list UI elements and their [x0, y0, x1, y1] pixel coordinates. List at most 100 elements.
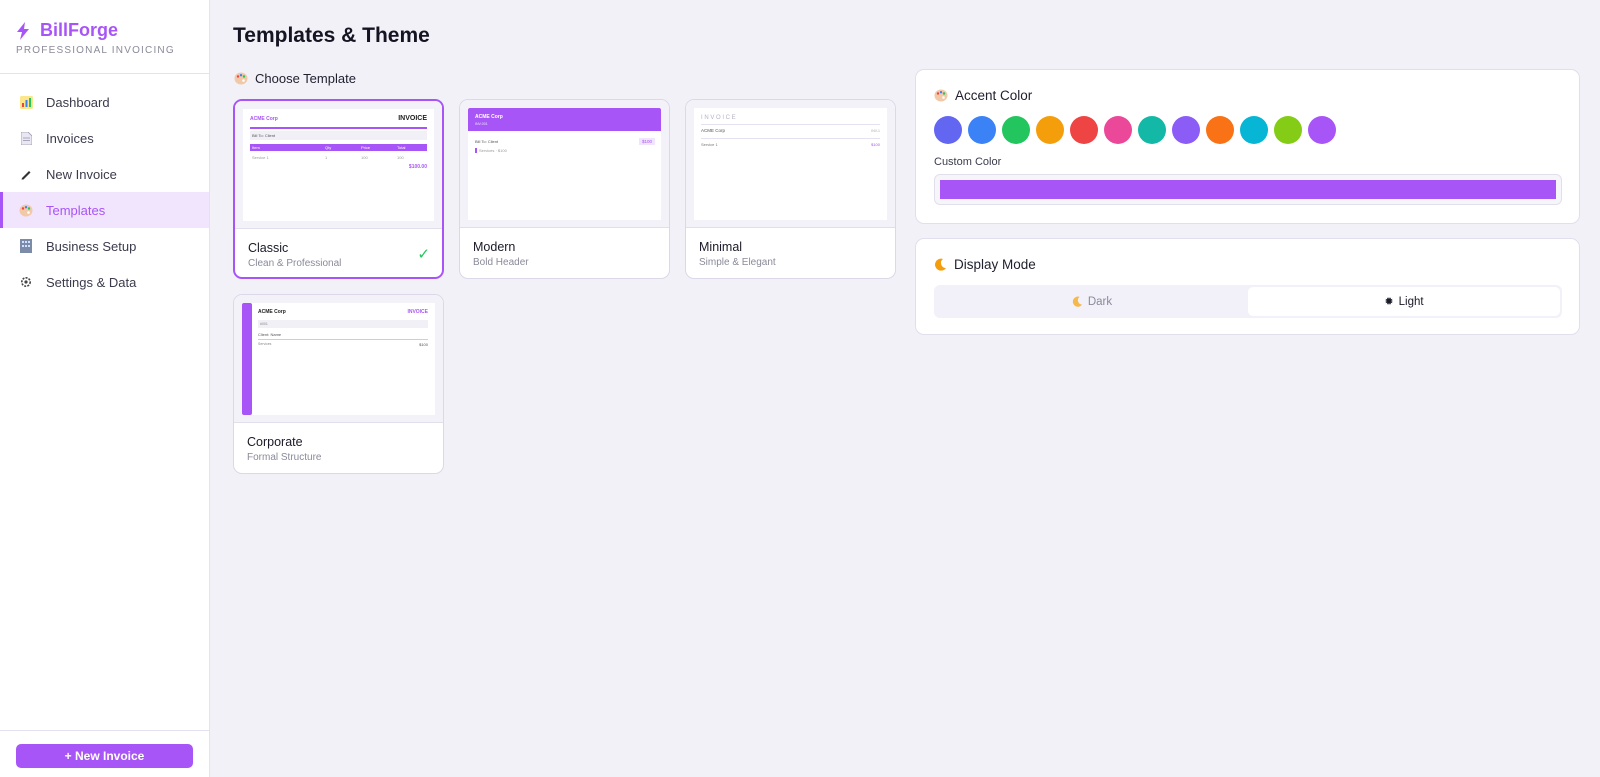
template-name: Classic: [248, 241, 289, 255]
document-icon: [18, 130, 34, 146]
preview-accent-mark: [475, 148, 477, 153]
dark-mode-option[interactable]: Dark: [936, 287, 1248, 316]
sidebar-item-new-invoice[interactable]: New Invoice: [0, 156, 209, 192]
moon-icon: [935, 258, 946, 271]
custom-color-picker[interactable]: [934, 174, 1562, 205]
preview-company: ACME Corp: [701, 128, 726, 133]
sidebar-item-invoices[interactable]: Invoices: [0, 120, 209, 156]
sun-icon: ✹: [1384, 296, 1394, 308]
color-swatch[interactable]: [1308, 116, 1336, 144]
accent-color-heading: Accent Color: [934, 88, 1032, 103]
preview-paper: I N V O I C E ACME Corp INV-1 Service 1 …: [694, 108, 887, 220]
preview-bill-to: Bill To: Client: [252, 133, 276, 138]
sidebar-item-business-setup[interactable]: Business Setup: [0, 228, 209, 264]
preview-company: ACME Corp: [250, 116, 278, 122]
template-preview: ACME Corp INV-001 Bill To: Client $100 S…: [460, 100, 669, 228]
preview-paper: ACME Corp INVOICE Bill To: Client Item Q…: [243, 109, 434, 221]
template-preview: ACME Corp INVOICE #001 Client: Name Serv…: [234, 295, 443, 423]
template-card-modern[interactable]: ACME Corp INV-001 Bill To: Client $100 S…: [459, 99, 670, 279]
preview-invoice-number: INV-001: [475, 122, 488, 126]
preview-amount: $100: [419, 342, 428, 347]
preview-amount: $100: [871, 142, 880, 147]
color-swatch[interactable]: [1070, 116, 1098, 144]
sidebar: BillForge PROFESSIONAL INVOICING Dashboa…: [0, 0, 210, 777]
sidebar-item-label: New Invoice: [46, 166, 117, 182]
display-mode-toggle: Dark ✹ Light: [934, 285, 1562, 318]
preview-col: Price: [361, 145, 371, 150]
template-desc: Clean & Professional: [248, 258, 342, 269]
preview-service: Services: [258, 342, 272, 346]
panel-title: Display Mode: [954, 257, 1036, 272]
template-card-classic[interactable]: ACME Corp INVOICE Bill To: Client Item Q…: [233, 99, 444, 279]
palette-icon: [18, 202, 34, 218]
brand-tagline: PROFESSIONAL INVOICING: [16, 45, 175, 56]
sidebar-item-settings[interactable]: Settings & Data: [0, 264, 209, 300]
sidebar-item-dashboard[interactable]: Dashboard: [0, 84, 209, 120]
preview-ref: #001: [260, 322, 268, 326]
color-swatch[interactable]: [1002, 116, 1030, 144]
preview-line: Services · $100: [479, 148, 507, 153]
preview-invoice-word: I N V O I C E: [701, 115, 736, 121]
color-swatch[interactable]: [1104, 116, 1132, 144]
preview-amount-badge: $100: [638, 138, 655, 145]
template-info: Modern Bold Header: [460, 228, 669, 278]
new-invoice-button[interactable]: + New Invoice: [16, 744, 193, 768]
preview-ref-box: [258, 320, 428, 328]
preview-paper: ACME Corp INV-001 Bill To: Client $100 S…: [468, 108, 661, 220]
preview-service: Service 1: [701, 142, 718, 147]
preview-col: Total: [397, 145, 406, 150]
custom-color-label: Custom Color: [934, 156, 1002, 168]
option-label: Light: [1398, 295, 1424, 308]
color-swatches: [934, 116, 1336, 144]
template-name: Modern: [473, 240, 516, 254]
sidebar-item-label: Settings & Data: [46, 274, 137, 290]
bar-chart-icon: [18, 94, 34, 110]
palette-icon: [934, 89, 948, 102]
preview-total: $100.00: [408, 164, 427, 170]
accent-color-panel: Accent Color Custom Color: [915, 69, 1580, 224]
choose-template-heading: Choose Template: [234, 71, 356, 86]
preview-client: Client: Name: [258, 332, 282, 337]
display-mode-heading: Display Mode: [934, 257, 1036, 272]
preview-rule: [258, 339, 428, 340]
color-swatch[interactable]: [934, 116, 962, 144]
sidebar-item-label: Dashboard: [46, 94, 110, 110]
building-icon: [18, 238, 34, 254]
template-card-minimal[interactable]: I N V O I C E ACME Corp INV-1 Service 1 …: [685, 99, 896, 279]
preview-rule: [250, 127, 427, 129]
sidebar-nav: Dashboard Invoices New Invoice Templates…: [0, 74, 209, 300]
gear-icon: [18, 274, 34, 290]
color-swatch[interactable]: [1206, 116, 1234, 144]
lightning-icon: [17, 21, 29, 40]
preview-ref: INV-1: [871, 129, 880, 133]
sidebar-item-templates[interactable]: Templates: [0, 192, 209, 228]
custom-color-value: [940, 180, 1556, 199]
template-preview: ACME Corp INVOICE Bill To: Client Item Q…: [235, 101, 442, 229]
preview-cell: 100: [397, 155, 404, 160]
color-swatch[interactable]: [1274, 116, 1302, 144]
preview-col: Qty: [325, 145, 332, 150]
moon-icon: [1072, 296, 1083, 307]
preview-billto-box: [250, 131, 427, 140]
color-swatch[interactable]: [968, 116, 996, 144]
pen-icon: [18, 166, 34, 182]
sidebar-item-label: Templates: [46, 202, 106, 218]
brand-name: BillForge: [40, 20, 119, 40]
color-swatch[interactable]: [1240, 116, 1268, 144]
template-info: Classic Clean & Professional ✓: [235, 229, 442, 277]
template-desc: Bold Header: [473, 257, 529, 268]
sidebar-item-label: Invoices: [46, 130, 94, 146]
color-swatch[interactable]: [1036, 116, 1064, 144]
color-swatch[interactable]: [1138, 116, 1166, 144]
template-name: Minimal: [699, 240, 743, 254]
template-info: Corporate Formal Structure: [234, 423, 443, 473]
preview-col: Item: [252, 145, 260, 150]
template-desc: Formal Structure: [247, 452, 322, 463]
light-mode-option[interactable]: ✹ Light: [1248, 287, 1560, 316]
brand: BillForge PROFESSIONAL INVOICING: [0, 0, 209, 74]
template-card-corporate[interactable]: ACME Corp INVOICE #001 Client: Name Serv…: [233, 294, 444, 474]
template-preview: I N V O I C E ACME Corp INV-1 Service 1 …: [686, 100, 895, 228]
option-label: Dark: [1087, 295, 1113, 308]
color-swatch[interactable]: [1172, 116, 1200, 144]
template-desc: Simple & Elegant: [699, 257, 776, 268]
